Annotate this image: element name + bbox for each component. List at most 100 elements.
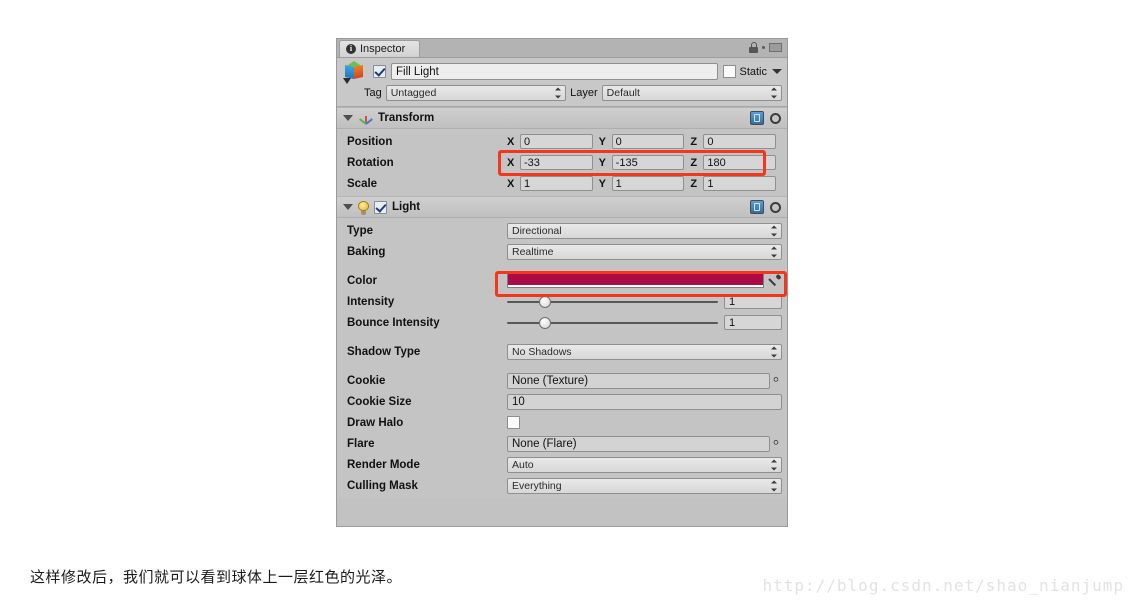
light-cookie-size-input[interactable]: 10 bbox=[507, 393, 782, 410]
light-color-fill bbox=[508, 274, 763, 285]
light-component-header[interactable]: Light bbox=[337, 196, 787, 218]
rotation-y-group: Y -135 bbox=[599, 155, 691, 170]
light-shadow-dropdown[interactable]: No Shadows bbox=[507, 343, 782, 360]
layer-dropdown[interactable]: Default bbox=[601, 84, 782, 101]
position-z-input[interactable]: 0 bbox=[703, 134, 777, 149]
scale-z-input[interactable]: 1 bbox=[703, 176, 777, 191]
position-label: Position bbox=[347, 135, 393, 148]
chevron-down-icon[interactable] bbox=[772, 69, 782, 74]
settings-gear-icon[interactable] bbox=[769, 112, 782, 125]
menu-dot-icon bbox=[762, 46, 765, 49]
transform-position-row: Position X 0 Y 0 Z 0 bbox=[337, 131, 787, 152]
settings-gear-icon[interactable] bbox=[769, 201, 782, 214]
object-picker-icon[interactable]: ⚪ bbox=[770, 438, 782, 449]
scale-y-input[interactable]: 1 bbox=[611, 176, 685, 191]
light-cookie-label: Cookie bbox=[347, 374, 386, 387]
rotation-x-input[interactable]: -33 bbox=[520, 155, 593, 170]
updown-arrows-icon bbox=[771, 459, 778, 470]
scale-x-group: X 1 bbox=[507, 176, 599, 191]
page-caption: 这样修改后，我们就可以看到球体上一层红色的光泽。 bbox=[30, 568, 403, 586]
light-cookie-size-label: Cookie Size bbox=[347, 395, 412, 408]
updown-arrows-icon bbox=[771, 246, 778, 257]
gameobject-enabled-checkbox[interactable] bbox=[373, 65, 386, 78]
layer-label: Layer bbox=[570, 86, 598, 99]
light-flare-objectfield[interactable]: None (Flare) bbox=[507, 435, 770, 452]
light-bounce-control: 1 bbox=[507, 315, 782, 330]
light-type-value: Directional bbox=[512, 224, 562, 237]
hamburger-menu-icon[interactable] bbox=[769, 43, 782, 52]
position-x-input[interactable]: 0 bbox=[520, 134, 593, 149]
axis-y-label: Y bbox=[598, 177, 607, 190]
updown-arrows-icon bbox=[555, 87, 562, 98]
inspector-window: i Inspector Fill Light Static Tag Untagg… bbox=[336, 38, 788, 527]
light-intensity-slider[interactable] bbox=[507, 295, 718, 309]
tab-inspector-label: Inspector bbox=[360, 43, 406, 55]
static-checkbox[interactable] bbox=[723, 65, 737, 78]
help-book-icon[interactable] bbox=[750, 200, 764, 214]
gameobject-header: Fill Light Static Tag Untagged Layer Def… bbox=[337, 58, 787, 107]
transform-component-header[interactable]: Transform bbox=[337, 107, 787, 129]
light-cookie-objectfield[interactable]: None (Texture) bbox=[507, 372, 770, 389]
light-culling-label: Culling Mask bbox=[347, 479, 418, 492]
axis-x-label: X bbox=[507, 135, 515, 148]
light-render-mode-row: Render Mode Auto bbox=[337, 454, 787, 475]
eyedropper-icon[interactable] bbox=[768, 274, 782, 288]
slider-knob[interactable] bbox=[538, 295, 551, 308]
light-bounce-slider[interactable] bbox=[507, 316, 718, 330]
transform-header-controls bbox=[750, 111, 782, 125]
scale-vector3: X 1 Y 1 Z 1 bbox=[507, 176, 782, 191]
light-culling-mask-row: Culling Mask Everything bbox=[337, 475, 787, 496]
axis-x-label: X bbox=[507, 177, 515, 190]
slider-knob[interactable] bbox=[538, 316, 551, 329]
watermark-text: http://blog.csdn.net/shao_nianjump bbox=[762, 576, 1124, 595]
light-color-label: Color bbox=[347, 274, 378, 287]
gameobject-name-row: Fill Light Static bbox=[342, 60, 782, 84]
light-color-swatch[interactable] bbox=[507, 273, 764, 288]
light-shadow-value: No Shadows bbox=[512, 345, 572, 358]
light-bounce-input[interactable]: 1 bbox=[724, 315, 782, 330]
light-bulb-icon bbox=[358, 200, 369, 215]
object-picker-icon[interactable]: ⚪ bbox=[770, 375, 782, 386]
light-baking-row: Baking Realtime bbox=[337, 241, 787, 262]
light-baking-dropdown[interactable]: Realtime bbox=[507, 243, 782, 260]
tag-dropdown[interactable]: Untagged bbox=[385, 84, 567, 101]
gameobject-name-input[interactable]: Fill Light bbox=[391, 63, 719, 80]
light-culling-dropdown[interactable]: Everything bbox=[507, 477, 782, 494]
rotation-y-input[interactable]: -135 bbox=[611, 155, 685, 170]
light-culling-value: Everything bbox=[512, 479, 562, 492]
transform-scale-row: Scale X 1 Y 1 Z 1 bbox=[337, 173, 787, 194]
light-enabled-checkbox[interactable] bbox=[374, 200, 387, 214]
transform-foldout-icon[interactable] bbox=[343, 115, 353, 121]
scale-x-input[interactable]: 1 bbox=[520, 176, 593, 191]
tag-value: Untagged bbox=[390, 86, 437, 99]
layer-value: Default bbox=[606, 86, 640, 99]
rotation-z-input[interactable]: 180 bbox=[703, 155, 777, 170]
light-bounce-intensity-row: Bounce Intensity 1 bbox=[337, 312, 787, 333]
light-draw-halo-checkbox[interactable] bbox=[507, 416, 520, 429]
position-z-group: Z 0 bbox=[690, 134, 782, 149]
light-foldout-icon[interactable] bbox=[343, 204, 353, 210]
light-bounce-label: Bounce Intensity bbox=[347, 316, 440, 329]
light-shadow-type-row: Shadow Type No Shadows bbox=[337, 341, 787, 362]
inspector-tab-controls bbox=[749, 42, 782, 53]
help-book-icon[interactable] bbox=[750, 111, 764, 125]
rotation-label: Rotation bbox=[347, 156, 394, 169]
lock-icon[interactable] bbox=[749, 42, 758, 53]
updown-arrows-icon bbox=[771, 87, 778, 98]
updown-arrows-icon bbox=[771, 346, 778, 357]
light-header-controls bbox=[750, 200, 782, 214]
light-render-mode-dropdown[interactable]: Auto bbox=[507, 456, 782, 473]
light-color-control bbox=[507, 273, 782, 288]
tab-inspector[interactable]: i Inspector bbox=[339, 40, 421, 57]
light-type-row: Type Directional bbox=[337, 220, 787, 241]
light-shadow-label: Shadow Type bbox=[347, 345, 421, 358]
light-intensity-control: 1 bbox=[507, 294, 782, 309]
light-type-dropdown[interactable]: Directional bbox=[507, 222, 782, 239]
light-intensity-input[interactable]: 1 bbox=[724, 294, 782, 309]
static-control: Static bbox=[723, 65, 782, 78]
light-baking-label: Baking bbox=[347, 245, 386, 258]
position-y-input[interactable]: 0 bbox=[611, 134, 685, 149]
